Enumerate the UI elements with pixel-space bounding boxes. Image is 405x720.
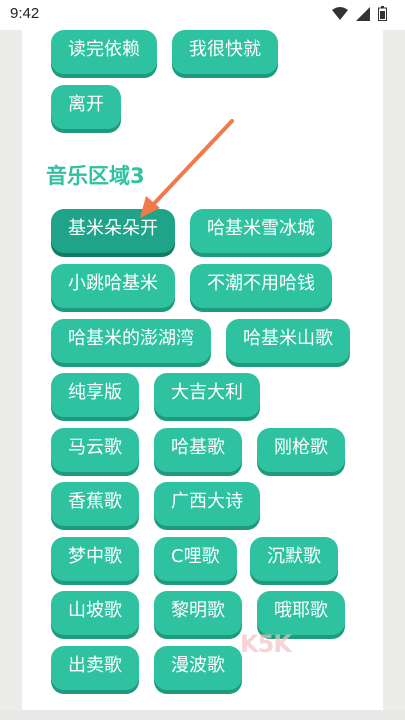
chip[interactable]: 哦耶歌 bbox=[257, 591, 345, 635]
chip[interactable]: 不潮不用哈钱 bbox=[190, 264, 332, 308]
chip[interactable]: 出卖歌 bbox=[51, 646, 139, 690]
chip[interactable]: 哈基米的澎湖湾 bbox=[51, 319, 211, 363]
battery-icon bbox=[378, 6, 387, 21]
chip-top-1[interactable]: 读完依赖 bbox=[51, 30, 157, 74]
chip[interactable]: 哈基歌 bbox=[154, 428, 242, 472]
chip-top-3[interactable]: 离开 bbox=[51, 85, 121, 129]
chip[interactable]: 大吉大利 bbox=[154, 373, 260, 417]
chip[interactable]: 哈基米雪冰城 bbox=[190, 209, 332, 253]
status-time: 9:42 bbox=[10, 5, 40, 22]
signal-icon bbox=[356, 6, 370, 21]
chip[interactable]: 山坡歌 bbox=[51, 591, 139, 635]
watermark: K5K bbox=[240, 630, 292, 658]
chip[interactable]: 梦中歌 bbox=[51, 537, 139, 581]
status-icons bbox=[332, 6, 387, 21]
bottom-bar bbox=[0, 710, 405, 720]
chip[interactable]: 纯享版 bbox=[51, 373, 139, 417]
chip[interactable]: 哈基米山歌 bbox=[226, 319, 350, 363]
status-bar: 9:42 bbox=[0, 0, 405, 30]
chip[interactable]: C哩歌 bbox=[154, 537, 237, 581]
chip-top-2[interactable]: 我很快就 bbox=[172, 30, 278, 74]
chip[interactable]: 广西大诗 bbox=[154, 482, 260, 526]
section-title: 音乐区域3 bbox=[46, 164, 145, 188]
chip[interactable]: 黎明歌 bbox=[154, 591, 242, 635]
chip[interactable]: 刚枪歌 bbox=[257, 428, 345, 472]
chip[interactable]: 沉默歌 bbox=[250, 537, 338, 581]
wifi-icon bbox=[332, 6, 348, 20]
chip-selected[interactable]: 基米朵朵开 bbox=[51, 209, 175, 253]
chip[interactable]: 漫波歌 bbox=[154, 646, 242, 690]
chip[interactable]: 香蕉歌 bbox=[51, 482, 139, 526]
chip[interactable]: 小跳哈基米 bbox=[51, 264, 175, 308]
chip[interactable]: 马云歌 bbox=[51, 428, 139, 472]
